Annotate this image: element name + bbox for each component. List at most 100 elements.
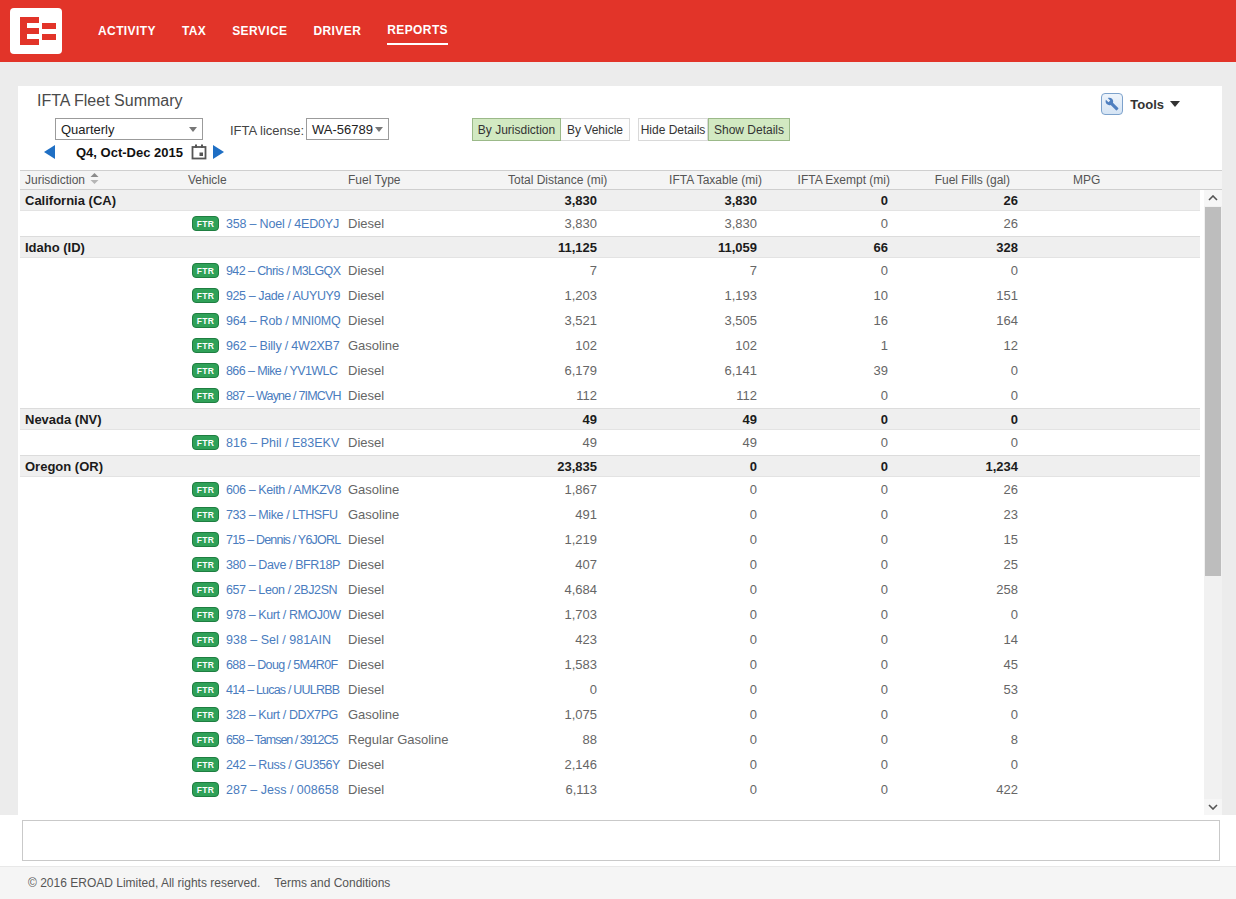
vehicle-link[interactable]: 657 – Leon / 2BJ2SN (226, 583, 337, 597)
scroll-down-arrow[interactable] (1204, 799, 1222, 815)
vehicle-link[interactable]: 733 – Mike / LTHSFU (226, 508, 338, 522)
nav-item-driver[interactable]: DRIVER (313, 18, 361, 44)
vehicle-link[interactable]: 358 – Noel / 4ED0YJ (226, 217, 339, 231)
column-header-jurisdiction[interactable]: Jurisdiction (20, 173, 185, 187)
scrollbar-thumb[interactable] (1205, 207, 1221, 576)
metric-value: 15 (898, 532, 1028, 547)
jurisdiction-name: Oregon (OR) (20, 459, 185, 474)
metric-value: 112 (505, 388, 607, 403)
vehicle-link[interactable]: 938 – Sel / 981AIN (226, 633, 331, 647)
vehicle-detail-row: FTR657 – Leon / 2BJ2SNDiesel4,68400258 (20, 577, 1200, 602)
nav-item-service[interactable]: SERVICE (232, 18, 287, 44)
tools-menu[interactable]: Tools (1101, 93, 1180, 115)
vehicle-detail-row: FTR242 – Russ / GU356YDiesel2,146000 (20, 752, 1200, 777)
group-total: 26 (898, 193, 1028, 208)
vehicle-link[interactable]: 380 – Dave / BFR18P (226, 558, 340, 572)
column-header-ifta-taxable-mi-[interactable]: IFTA Taxable (mi) (607, 173, 767, 187)
vehicle-link[interactable]: 715 – Dennis / Y6JORL (226, 533, 340, 547)
fuel-type: Diesel (345, 757, 505, 772)
ftr-badge: FTR (192, 288, 219, 303)
vertical-scrollbar[interactable] (1204, 190, 1222, 815)
vehicle-link[interactable]: 978 – Kurt / RMOJ0W (226, 608, 341, 622)
calendar-icon[interactable] (191, 144, 207, 160)
ifta-license-select[interactable]: WA-56789 (306, 118, 389, 140)
logo-bar (20, 39, 39, 45)
fuel-type: Diesel (345, 782, 505, 797)
group-total: 3,830 (505, 193, 607, 208)
vehicle-link[interactable]: 328 – Kurt / DDX7PG (226, 708, 338, 722)
by-jurisdiction-button[interactable]: By Jurisdiction (472, 118, 561, 141)
nav-item-activity[interactable]: ACTIVITY (98, 18, 156, 44)
vehicle-link[interactable]: 962 – Billy / 4W2XB7 (226, 339, 339, 353)
metric-value: 26 (898, 216, 1028, 231)
by-vehicle-button[interactable]: By Vehicle (561, 118, 630, 141)
ftr-badge: FTR (192, 657, 219, 672)
group-total: 0 (767, 193, 898, 208)
metric-value: 423 (505, 632, 607, 647)
ftr-badge: FTR (192, 707, 219, 722)
column-header-fuel-fills-gal-[interactable]: Fuel Fills (gal) (898, 173, 1028, 187)
copyright-text: © 2016 EROAD Limited, All rights reserve… (28, 876, 260, 890)
wrench-icon (1101, 93, 1123, 115)
vehicle-link[interactable]: 816 – Phil / E83EKV (226, 436, 339, 450)
fuel-type: Gasoline (345, 707, 505, 722)
metric-value: 0 (898, 757, 1028, 772)
show-details-button[interactable]: Show Details (708, 118, 790, 141)
report-card: IFTA Fleet Summary Tools Quarterly IFTA … (18, 86, 1222, 815)
column-header-ifta-exempt-mi-[interactable]: IFTA Exempt (mi) (767, 173, 898, 187)
group-total: 11,059 (607, 240, 767, 255)
nav-item-tax[interactable]: TAX (182, 18, 206, 44)
vehicle-link[interactable]: 866 – Mike / YV1WLC (226, 364, 337, 378)
metric-value: 3,830 (505, 216, 607, 231)
vehicle-detail-row: FTR942 – Chris / M3LGQXDiesel7700 (20, 258, 1200, 283)
metric-value: 1,203 (505, 288, 607, 303)
hide-details-button[interactable]: Hide Details (638, 118, 708, 141)
metric-value: 0 (505, 682, 607, 697)
vehicle-link[interactable]: 925 – Jade / AUYUY9 (226, 289, 340, 303)
metric-value: 102 (607, 338, 767, 353)
vehicle-detail-row: FTR964 – Rob / MNI0MQDiesel3,5213,505161… (20, 308, 1200, 333)
metric-value: 49 (607, 435, 767, 450)
metric-value: 0 (767, 216, 898, 231)
metric-value: 151 (898, 288, 1028, 303)
column-header-vehicle[interactable]: Vehicle (185, 173, 345, 187)
vehicle-detail-row: FTR414 – Lucas / UULRBBDiesel00053 (20, 677, 1200, 702)
metric-value: 4,684 (505, 582, 607, 597)
metric-value: 0 (767, 507, 898, 522)
terms-and-conditions-link[interactable]: Terms and Conditions (274, 876, 390, 890)
main-nav: ACTIVITY TAX SERVICE DRIVER REPORTS (98, 0, 474, 62)
nav-item-reports[interactable]: REPORTS (387, 17, 448, 45)
column-header-fuel-type[interactable]: Fuel Type (345, 173, 505, 187)
vehicle-link[interactable]: 887 – Wayne / 7IMCVH (226, 389, 341, 403)
vehicle-detail-row: FTR606 – Keith / AMKZV8Gasoline1,8670026 (20, 477, 1200, 502)
metric-value: 26 (898, 482, 1028, 497)
vehicle-link[interactable]: 287 – Jess / 008658 (226, 783, 339, 797)
column-header-total-distance-mi-[interactable]: Total Distance (mi) (505, 173, 607, 187)
ftr-badge: FTR (192, 216, 219, 231)
vehicle-detail-row: FTR938 – Sel / 981AINDiesel4230014 (20, 627, 1200, 652)
vehicle-link[interactable]: 414 – Lucas / UULRBB (226, 683, 339, 697)
previous-period-arrow[interactable] (44, 145, 55, 159)
vehicle-link[interactable]: 242 – Russ / GU356Y (226, 758, 340, 772)
group-total: 328 (898, 240, 1028, 255)
tools-label: Tools (1130, 97, 1164, 112)
metric-value: 0 (767, 482, 898, 497)
vehicle-detail-row: FTR328 – Kurt / DDX7PGGasoline1,075000 (20, 702, 1200, 727)
vehicle-link[interactable]: 964 – Rob / MNI0MQ (226, 314, 341, 328)
vehicle-link[interactable]: 942 – Chris / M3LGQX (226, 264, 340, 278)
vehicle-link[interactable]: 688 – Doug / 5M4R0F (226, 658, 338, 672)
next-period-arrow[interactable] (213, 145, 224, 159)
scroll-up-arrow[interactable] (1204, 190, 1222, 206)
group-total: 0 (898, 412, 1028, 427)
vehicle-link[interactable]: 658 – Tamsen / 3912C5 (226, 733, 338, 747)
vehicle-link[interactable]: 606 – Keith / AMKZV8 (226, 483, 341, 497)
detail-toggle-group: Hide DetailsShow Details (638, 118, 790, 141)
eroad-logo[interactable] (10, 8, 62, 54)
period-type-select[interactable]: Quarterly (55, 118, 203, 140)
footer: © 2016 EROAD Limited, All rights reserve… (0, 866, 1236, 899)
fuel-type: Diesel (345, 263, 505, 278)
column-header-mpg[interactable]: MPG (1028, 173, 1222, 187)
vehicle-detail-row: FTR925 – Jade / AUYUY9Diesel1,2031,19310… (20, 283, 1200, 308)
period-navigation: Q4, Oct-Dec 2015 (44, 143, 224, 161)
metric-value: 1,219 (505, 532, 607, 547)
